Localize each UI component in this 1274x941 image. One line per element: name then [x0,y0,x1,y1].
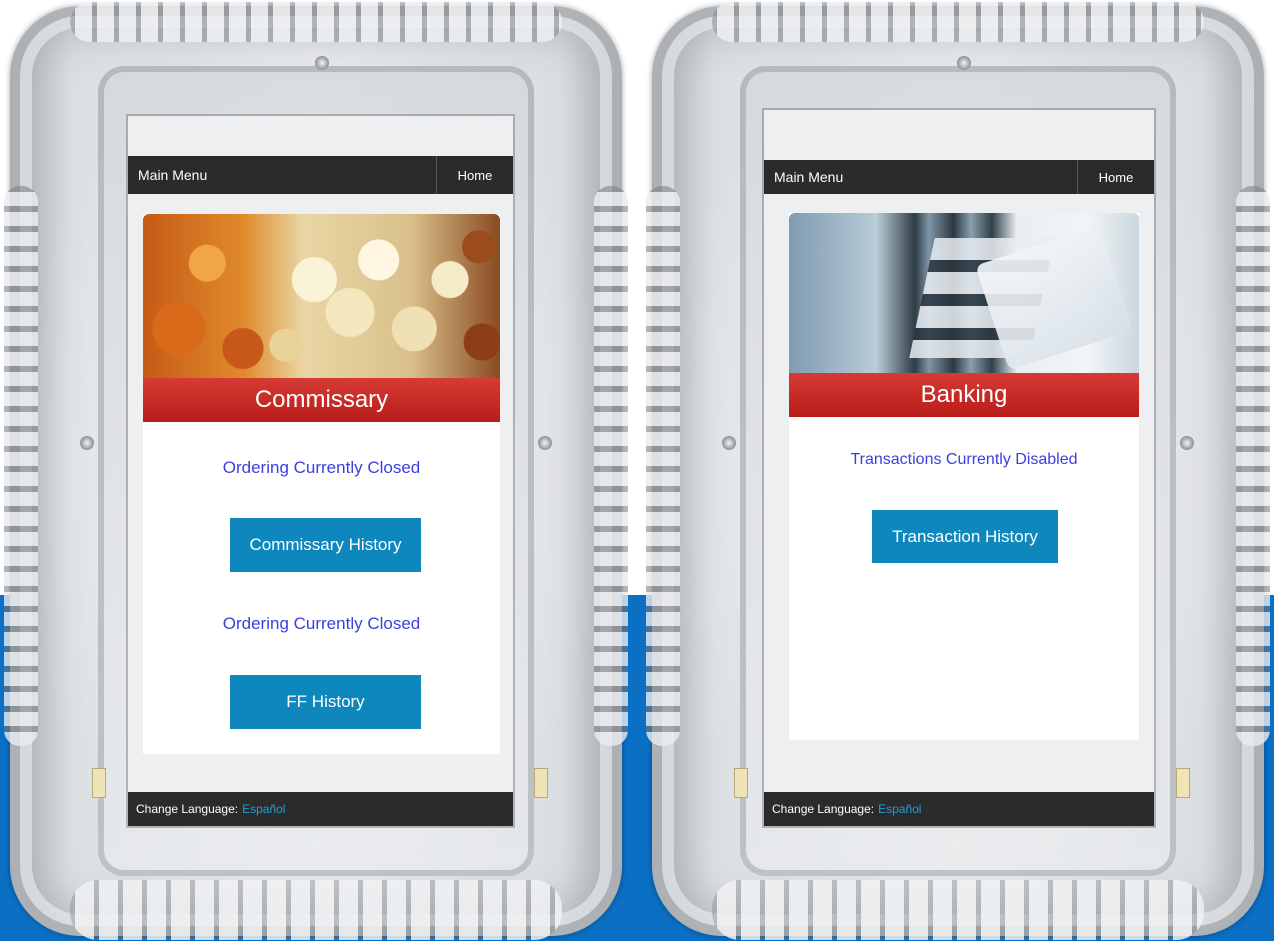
commissary-card: Commissary Ordering Currently Closed Com… [143,214,500,754]
kiosk-device-left: Main Menu Home Commissary Ordering Curre… [4,2,628,940]
screw-icon [80,436,94,450]
screw-icon [1180,436,1194,450]
commissary-history-button[interactable]: Commissary History [230,518,421,572]
latch-icon [734,768,748,798]
kiosk-screen-right: Main Menu Home Banking Transactions Curr… [764,110,1154,826]
espanol-language-link[interactable]: Español [242,802,285,816]
device-ridge-bottom [712,880,1204,940]
main-menu-label: Main Menu [138,167,208,183]
banking-card: Banking Transactions Currently Disabled … [789,213,1139,740]
section-title-banner: Commissary [143,378,500,422]
screw-icon [315,56,329,70]
screw-icon [722,436,736,450]
kiosk-device-right: Main Menu Home Banking Transactions Curr… [646,2,1270,940]
home-button[interactable]: Home [436,156,513,194]
footer-bar: Change Language: Español [128,792,513,826]
home-button[interactable]: Home [1077,160,1154,194]
change-language-label: Change Language: [772,802,875,816]
device-ridge-top [712,2,1204,42]
latch-icon [1176,768,1190,798]
screw-icon [957,56,971,70]
nav-bar: Main Menu Home [764,160,1154,194]
ff-ordering-status-text: Ordering Currently Closed [222,614,421,633]
nav-bar: Main Menu Home [128,156,513,194]
banking-hero-image [789,213,1139,373]
device-ridge-bottom [70,880,562,940]
espanol-language-link[interactable]: Español [878,802,921,816]
main-menu-label: Main Menu [774,169,844,185]
latch-icon [92,768,106,798]
kiosk-screen-left: Main Menu Home Commissary Ordering Curre… [128,116,513,826]
snacks-hero-image [143,214,500,378]
device-ridge-top [70,2,562,42]
ff-history-button[interactable]: FF History [230,675,421,729]
section-title-banner: Banking [789,373,1139,417]
change-language-label: Change Language: [136,802,239,816]
transaction-history-button[interactable]: Transaction History [872,510,1058,563]
ordering-status-text: Ordering Currently Closed [222,458,421,477]
latch-icon [534,768,548,798]
transactions-status-text: Transactions Currently Disabled [850,451,1078,468]
footer-bar: Change Language: Español [764,792,1154,826]
screw-icon [538,436,552,450]
